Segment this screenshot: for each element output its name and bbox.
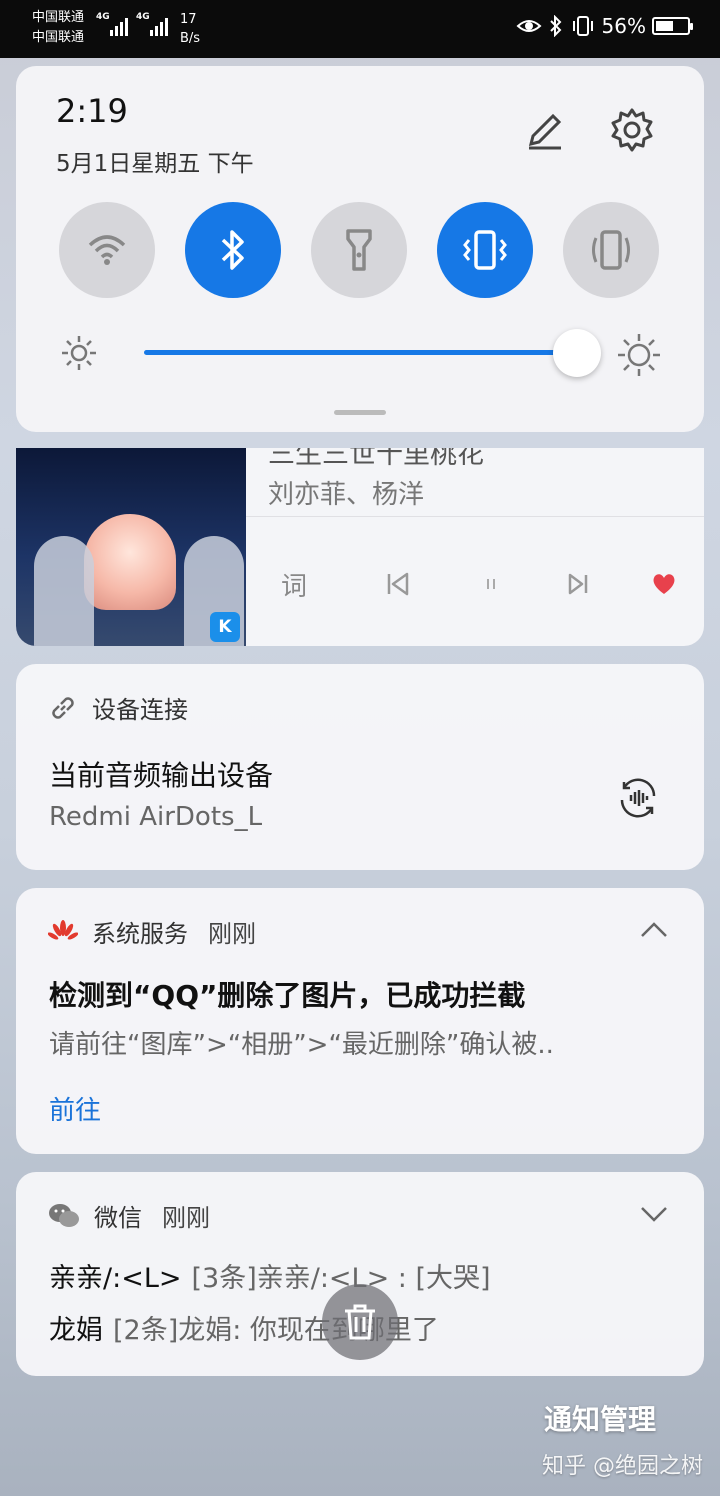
gear-icon [611, 108, 653, 152]
lyrics-button[interactable]: 词 [274, 564, 314, 604]
auto-rotate-icon [592, 230, 630, 270]
battery-percent: 56% [601, 14, 646, 38]
expand-button[interactable] [638, 1198, 670, 1230]
flashlight-toggle[interactable] [311, 202, 407, 298]
brightness-low-icon [60, 334, 98, 372]
wechat-logo-icon [49, 1203, 79, 1227]
wifi-toggle[interactable] [59, 202, 155, 298]
network-type-1: 4G [96, 12, 110, 22]
notification-title: 当前音频输出设备 [49, 759, 274, 792]
battery-icon [652, 17, 693, 35]
sender-name: 亲亲/:<L> [49, 1263, 182, 1294]
quick-settings-panel: 2:19 5月1日星期五 下午 [16, 66, 704, 432]
device-name: Redmi AirDots_L [49, 802, 263, 832]
settings-button[interactable] [608, 106, 656, 154]
message-row: 亲亲/:<L> [3条]亲亲/:<L> : [大哭] [49, 1256, 491, 1295]
bluetooth-status-icon [549, 15, 561, 37]
audio-switch-icon [620, 778, 656, 818]
system-service-notification[interactable]: 系统服务 刚刚 检测到“QQ”删除了图片，已成功拦截 请前往“图库”>“相册”>… [16, 888, 704, 1154]
next-button[interactable] [558, 564, 598, 604]
carrier-2-label: 中国联通 [32, 30, 85, 45]
skip-next-icon [568, 573, 588, 595]
status-bar: 中国联通 中国联通 4G 4G 17 B/s 56% [0, 0, 720, 58]
device-connection-notification[interactable]: 设备连接 当前音频输出设备 Redmi AirDots_L [16, 664, 704, 870]
notification-body: 请前往“图库”>“相册”>“最近删除”确认被.. [49, 1030, 554, 1060]
speed-value: 17 [180, 12, 197, 27]
pencil-icon [528, 113, 562, 150]
notification-management-button[interactable]: 通知管理 [544, 1398, 656, 1438]
huawei-logo-icon [48, 919, 78, 940]
edit-button[interactable] [521, 106, 569, 154]
switch-audio-output-button[interactable] [614, 774, 662, 822]
network-type-2: 4G [136, 12, 150, 22]
link-icon [52, 696, 74, 719]
go-action-button[interactable]: 前往 [49, 1090, 101, 1127]
brightness-slider-thumb[interactable] [553, 329, 601, 377]
chevron-up-icon [641, 922, 667, 937]
previous-button[interactable] [378, 564, 418, 604]
album-art: K [16, 448, 246, 646]
card-header: 设备连接 [48, 690, 188, 725]
favorite-button[interactable] [644, 564, 684, 604]
bluetooth-toggle[interactable] [185, 202, 281, 298]
brightness-slider-track[interactable] [144, 350, 576, 355]
lantern-graphic [84, 514, 176, 610]
pause-button[interactable] [471, 564, 511, 604]
kugou-app-badge: K [210, 612, 240, 642]
vibrate-toggle[interactable] [437, 202, 533, 298]
artist-name: 刘亦菲、杨洋 [268, 480, 425, 510]
sender-name: 龙娟 [49, 1315, 103, 1346]
figure-left [34, 536, 94, 646]
card-header: 微信 刚刚 [48, 1198, 210, 1233]
notification-time: 刚刚 [162, 1204, 210, 1232]
clear-all-button[interactable] [322, 1284, 398, 1360]
trash-icon [345, 1304, 375, 1340]
card-header-label: 设备连接 [92, 696, 188, 724]
heart-icon [653, 574, 675, 594]
bluetooth-icon [221, 230, 244, 270]
status-icons: 56% [516, 14, 693, 38]
auto-rotate-toggle[interactable] [563, 202, 659, 298]
collapse-button[interactable] [638, 914, 670, 946]
vibrate-icon [463, 230, 507, 270]
watermark: 知乎 @绝园之树 [542, 1454, 703, 1479]
brightness-high-icon [616, 332, 662, 378]
vibrate-status-icon [572, 16, 593, 36]
date-label: 5月1日星期五 下午 [56, 151, 254, 177]
song-title: 三生三世十里桃花 [268, 448, 484, 470]
speed-unit: B/s [180, 31, 201, 46]
app-name: 系统服务 [92, 920, 188, 948]
eye-comfort-icon [516, 20, 542, 32]
music-notification[interactable]: K 三生三世十里桃花 刘亦菲、杨洋 词 [16, 448, 704, 646]
notification-title: 检测到“QQ”删除了图片，已成功拦截 [49, 979, 526, 1012]
card-header: 系统服务 刚刚 [48, 914, 256, 949]
signal-1-icon: 4G [96, 12, 128, 36]
panel-drag-handle[interactable] [334, 410, 386, 415]
flashlight-icon [346, 229, 372, 271]
notification-time: 刚刚 [208, 920, 256, 948]
skip-previous-icon [387, 572, 409, 596]
app-name: 微信 [94, 1204, 142, 1232]
pause-icon [487, 579, 495, 589]
carrier-1-label: 中国联通 [32, 10, 85, 25]
clock: 2:19 [56, 92, 128, 130]
chevron-down-icon [641, 1207, 667, 1222]
signal-2-icon: 4G [136, 12, 168, 36]
divider [246, 516, 704, 517]
wifi-icon [88, 235, 126, 265]
network-speed: 17 B/s [180, 10, 200, 48]
